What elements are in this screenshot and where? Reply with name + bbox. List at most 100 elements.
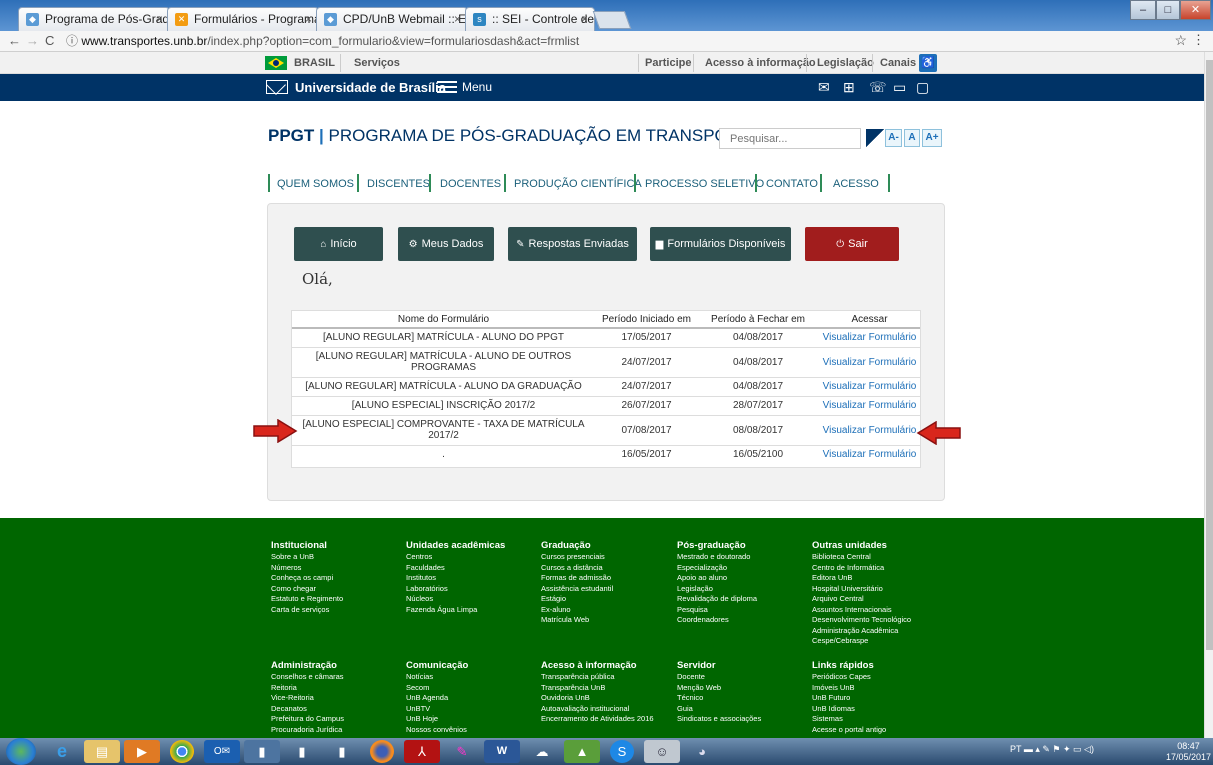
footer-link[interactable]: Arquivo Central bbox=[812, 594, 911, 605]
acrobat-icon[interactable]: ⅄ bbox=[404, 740, 440, 763]
firefox-icon[interactable] bbox=[370, 740, 394, 763]
footer-link[interactable]: Institutos bbox=[406, 573, 505, 584]
font-decrease-button[interactable]: A- bbox=[885, 129, 902, 147]
forward-icon[interactable]: → bbox=[26, 33, 39, 48]
footer-link[interactable]: UnBTV bbox=[406, 704, 468, 715]
scrollbar-thumb[interactable] bbox=[1206, 60, 1213, 650]
nav-docentes[interactable]: DOCENTES bbox=[440, 178, 501, 190]
footer-link[interactable]: Transparência UnB bbox=[541, 683, 654, 694]
browser-tab[interactable]: ◆ CPD/UnB Webmail :: Env × bbox=[316, 7, 468, 31]
footer-link[interactable]: Editora UnB bbox=[812, 573, 911, 584]
browser-tab[interactable]: ✕ Formulários - Programa × bbox=[167, 7, 319, 31]
footer-link[interactable]: UnB Idiomas bbox=[812, 704, 886, 715]
file-explorer-icon[interactable]: ▤ bbox=[84, 740, 120, 763]
ie-icon[interactable]: e bbox=[44, 740, 80, 763]
visualizar-link[interactable]: Visualizar Formulário bbox=[818, 376, 920, 396]
footer-link[interactable]: Ouvidoria UnB bbox=[541, 693, 654, 704]
close-window-button[interactable]: ✕ bbox=[1180, 0, 1211, 20]
footer-link[interactable]: Laboratórios bbox=[406, 584, 505, 595]
footer-link[interactable]: Como chegar bbox=[271, 584, 343, 595]
system-tray[interactable]: PT ▬ ▴ ✎ ⚑ ✦ ▭ ◁) bbox=[1010, 744, 1094, 755]
footer-link[interactable]: Estágio bbox=[541, 594, 613, 605]
footer-link[interactable]: UnB Hoje bbox=[406, 714, 468, 725]
search-input[interactable] bbox=[719, 128, 861, 149]
mail-icon[interactable]: ✉ bbox=[818, 79, 830, 96]
visualizar-link[interactable]: Visualizar Formulário bbox=[818, 346, 920, 377]
chrome-icon[interactable] bbox=[170, 740, 194, 763]
media-player-icon[interactable]: ▶ bbox=[124, 740, 160, 763]
footer-link[interactable]: Prefeitura do Campus bbox=[271, 714, 344, 725]
footer-link[interactable]: Mestrado e doutorado bbox=[677, 552, 757, 563]
folder-icon[interactable]: ▮ bbox=[284, 740, 320, 763]
contrast-toggle-icon[interactable] bbox=[866, 129, 884, 147]
footer-link[interactable]: Nossos convênios bbox=[406, 725, 468, 736]
canais-link[interactable]: Canais bbox=[880, 57, 916, 69]
footer-link[interactable]: Decanatos bbox=[271, 704, 344, 715]
skype-icon[interactable]: S bbox=[610, 740, 634, 763]
folder-icon[interactable]: ▮ bbox=[324, 740, 360, 763]
sitemap-icon[interactable]: ⊞ bbox=[843, 79, 855, 96]
footer-link[interactable]: Assuntos Internacionais bbox=[812, 605, 911, 616]
visualizar-link[interactable]: Visualizar Formulário bbox=[818, 395, 920, 415]
footer-link[interactable]: Periódicos Capes bbox=[812, 672, 886, 683]
meus-dados-button[interactable]: ⚙ Meus Dados bbox=[398, 227, 494, 261]
legislacao-link[interactable]: Legislação bbox=[817, 57, 874, 69]
footer-link[interactable]: Administração Acadêmica bbox=[812, 626, 911, 637]
footer-link[interactable]: Ex-aluno bbox=[541, 605, 613, 616]
footer-link[interactable]: Vice-Reitoria bbox=[271, 693, 344, 704]
folder-icon[interactable]: ▮ bbox=[244, 740, 280, 763]
new-tab-button[interactable] bbox=[592, 11, 632, 29]
footer-link[interactable]: Docente bbox=[677, 672, 761, 683]
url-field[interactable]: ⓘ www.transportes.unb.br/index.php?optio… bbox=[66, 33, 1166, 49]
palette-icon[interactable]: ◕ bbox=[684, 740, 720, 763]
footer-link[interactable]: Pesquisa bbox=[677, 605, 757, 616]
bookmark-star-icon[interactable]: ☆ bbox=[1174, 32, 1187, 49]
menu-label[interactable]: Menu bbox=[462, 80, 492, 94]
nav-quem-somos[interactable]: QUEM SOMOS bbox=[277, 178, 354, 190]
footer-link[interactable]: Hospital Universitário bbox=[812, 584, 911, 595]
servicos-link[interactable]: Serviços bbox=[354, 57, 400, 69]
footer-link[interactable]: Cursos presenciais bbox=[541, 552, 613, 563]
browser-tab[interactable]: ◆ Programa de Pós-Gradua × bbox=[18, 7, 170, 31]
participe-link[interactable]: Participe bbox=[645, 57, 691, 69]
footer-link[interactable]: Encerramento de Atividades 2016 bbox=[541, 714, 654, 725]
nav-processo-seletivo[interactable]: PROCESSO SELETIVO bbox=[645, 178, 764, 190]
footer-link[interactable]: Secom bbox=[406, 683, 468, 694]
calendar-icon[interactable]: ▭ bbox=[893, 79, 906, 96]
nav-acesso[interactable]: ACESSO bbox=[833, 178, 879, 190]
footer-link[interactable]: Técnico bbox=[677, 693, 761, 704]
maximize-button[interactable]: □ bbox=[1156, 0, 1180, 20]
footer-link[interactable]: Estatuto e Regimento bbox=[271, 594, 343, 605]
footer-link[interactable]: Formas de admissão bbox=[541, 573, 613, 584]
footer-link[interactable]: Desenvolvimento Tecnológico bbox=[812, 615, 911, 626]
accessibility-icon[interactable]: ♿ bbox=[919, 54, 937, 72]
footer-link[interactable]: Especialização bbox=[677, 563, 757, 574]
footer-link[interactable]: Conselhos e câmaras bbox=[271, 672, 344, 683]
nav-producao-cientifica[interactable]: PRODUÇÃO CIENTÍFICA bbox=[514, 178, 642, 190]
footer-link[interactable]: Notícias bbox=[406, 672, 468, 683]
footer-link[interactable]: Guia bbox=[677, 704, 761, 715]
photos-icon[interactable]: ▲ bbox=[564, 740, 600, 763]
page-scrollbar[interactable] bbox=[1204, 52, 1213, 738]
unb-title[interactable]: Universidade de Brasília bbox=[295, 80, 446, 95]
browser-menu-icon[interactable]: ⋮ bbox=[1192, 32, 1205, 48]
footer-link[interactable]: UnB Futuro bbox=[812, 693, 886, 704]
footer-link[interactable]: Acesse o portal antigo bbox=[812, 725, 886, 736]
footer-link[interactable]: Cursos a distância bbox=[541, 563, 613, 574]
footer-link[interactable]: Transparência pública bbox=[541, 672, 654, 683]
footer-link[interactable]: Matrícula Web bbox=[541, 615, 613, 626]
reload-icon[interactable]: C bbox=[45, 33, 54, 48]
footer-link[interactable]: Biblioteca Central bbox=[812, 552, 911, 563]
formularios-disponiveis-button[interactable]: ▆ Formulários Disponíveis bbox=[650, 227, 791, 261]
footer-link[interactable]: Centros bbox=[406, 552, 505, 563]
close-tab-icon[interactable]: × bbox=[156, 8, 163, 30]
footer-link[interactable]: Carta de serviços bbox=[271, 605, 343, 616]
word-icon[interactable]: W bbox=[484, 740, 520, 763]
footer-link[interactable]: Menção Web bbox=[677, 683, 761, 694]
visualizar-link[interactable]: Visualizar Formulário bbox=[818, 414, 920, 445]
footer-link[interactable]: Números bbox=[271, 563, 343, 574]
font-increase-button[interactable]: A+ bbox=[922, 129, 942, 147]
footer-link[interactable]: Sobre a UnB bbox=[271, 552, 343, 563]
close-tab-icon[interactable]: × bbox=[454, 8, 461, 30]
visualizar-link[interactable]: Visualizar Formulário bbox=[818, 327, 920, 347]
